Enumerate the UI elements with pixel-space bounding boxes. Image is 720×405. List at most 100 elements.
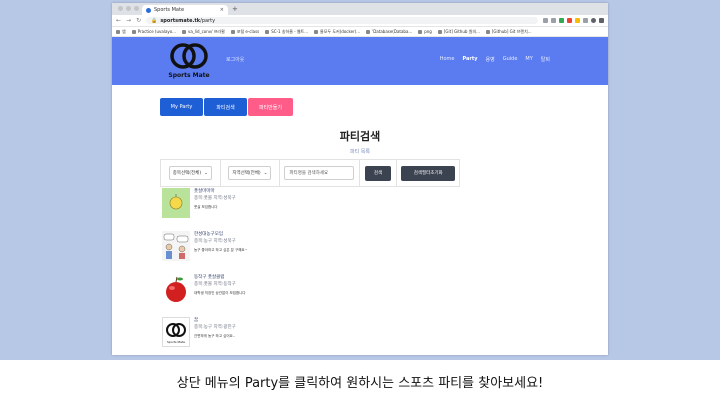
new-tab-button[interactable]: + [232,5,238,13]
party-description: 풋살 모임합니다 [194,205,218,209]
nav-item-guide[interactable]: Guide [503,56,518,63]
list-item[interactable]: 동작구 풋살클럽 종목:풋볼 지역:동작구 대학생 직장인 상관없이 모집합니다 [162,274,248,317]
party-description: 간편하게 농구 하고 싶어요.. [194,334,235,338]
party-name[interactable]: 한성대농구모임 [194,231,248,238]
bookmark-item[interactable]: 물모두 도커(docker)... [314,29,360,35]
party-description: 농구 좋아하고 하고 싶은 분 구해요~ [194,248,248,252]
party-info: 한성대농구모임 종목:농구 지역:성북구 농구 좋아하고 하고 싶은 분 구해요… [194,231,248,274]
nav-item-party[interactable]: Party [463,56,478,63]
my-party-button[interactable]: My Party [160,98,203,116]
nav-item-my[interactable]: MY [525,56,532,63]
party-info: 동작구 풋살클럽 종목:풋볼 지역:동작구 대학생 직장인 상관없이 모집합니다 [194,274,246,317]
puzzle-icon[interactable] [583,18,588,23]
share-icon[interactable] [543,18,548,23]
party-thumbnail: Sports Mate [162,317,190,347]
bookmark-label: 물모두 도커(docker)... [320,28,361,34]
nav-item-home[interactable]: Home [440,56,455,63]
reload-icon[interactable]: ↻ [136,17,141,24]
bookmarks-bar: 앱 Practice (uvalayo... va_lid_conv/ 프라윌 포털 … [112,27,608,37]
tab-bar: Sports Mate × + [112,3,608,15]
url-field[interactable]: 🔒 sportsmate.tk/party [146,17,538,24]
bookmark-label: png [424,29,432,34]
logout-link[interactable]: 로그아웃 [226,56,244,63]
url-domain: sportsmate.tk [160,17,201,24]
party-name[interactable]: 풋살마마마 [194,188,236,195]
party-name[interactable]: 동작구 풋살클럽 [194,274,246,281]
bookmark-item[interactable]: png [418,29,432,34]
bookmark-item[interactable]: va_lid_conv/ 프라윌 [181,29,225,35]
bookmark-item[interactable]: 앱 [116,29,126,35]
back-icon[interactable]: ← [116,17,121,24]
reset-button-cell: 검색필터초기화 [397,160,459,186]
window-controls[interactable] [118,6,139,11]
logo-text: Sports Mate [168,72,210,79]
chevron-down-icon: ⌄ [263,170,268,176]
bookmark-icon [181,29,186,34]
close-tab-icon[interactable]: × [220,7,224,13]
region-select-cell: 지역선택(전체) ⌄ [221,160,281,186]
profile-avatar-icon[interactable] [591,18,596,23]
extension-red-icon[interactable] [567,18,572,23]
bookmark-item[interactable]: Practice (uvalayo... [131,29,176,34]
browser-window: Sports Mate × + ← → ↻ 🔒 sportsmate.tk/pa… [112,3,608,355]
nav-item-탈퇴[interactable]: 탈퇴 [541,56,550,63]
party-name[interactable]: 꿈 [194,317,236,324]
maximize-window-icon[interactable] [134,6,139,11]
thumb-logo-text: Sports Mate [166,340,186,344]
browser-tab[interactable]: Sports Mate × [142,5,228,15]
kebab-menu-icon[interactable] [599,18,604,23]
bookmark-item[interactable]: [Git] Github 원의... [437,29,480,35]
reset-filter-button[interactable]: 검색필터초기화 [401,165,456,181]
party-meta: 종목:농구 지역:광진구 [194,325,236,330]
bookmark-label: [Github] Git 브랜치... [491,28,532,34]
bookmark-icon [485,29,490,34]
extensions-area [543,18,604,23]
sport-select[interactable]: 종목선택(전체) ⌄ [168,166,212,180]
url-path: /party [200,17,216,24]
search-button-cell: 검색 [360,160,398,186]
list-item[interactable]: 풋살마마마 종목:풋볼 지역:성북구 풋살 모임합니다 [162,188,248,231]
extension-green-icon[interactable] [559,18,564,23]
party-thumbnail [162,274,190,304]
party-thumbnail [162,188,190,218]
party-info: 풋살마마마 종목:풋볼 지역:성북구 풋살 모임합니다 [194,188,236,231]
party-description: 대학생 직장인 상관없이 모집합니다 [194,291,246,295]
extension-yellow-icon[interactable] [575,18,580,23]
site-header: Sports Mate 로그아웃 Home Party 용병 Guide MY 탈퇴 [112,37,608,85]
region-select[interactable]: 지역선택(전체) ⌄ [228,166,272,180]
keyword-search-input[interactable]: 파티명을 검색하세요 [284,166,355,180]
bookmark-item[interactable]: 'Database(Databa... [366,29,412,34]
bookmark-label: 앱 [122,28,126,34]
bookmark-item[interactable]: 포털 e-class [230,29,259,35]
bookmark-icon [314,29,319,34]
page-title: 파티검색 [339,130,381,143]
list-item[interactable]: 한성대농구모임 종목:농구 지역:성북구 농구 좋아하고 하고 싶은 분 구해요… [162,231,248,274]
bookmark-label: Practice (uvalayo... [137,29,176,34]
star-icon[interactable] [551,18,556,23]
party-meta: 종목:풋볼 지역:동작구 [194,282,236,287]
keyword-cell: 파티명을 검색하세요 [280,160,360,186]
bookmark-label: SC-1 송하율 - 웹트... [271,28,309,34]
nav-item-용병[interactable]: 용병 [486,56,495,63]
top-nav: Home Party 용병 Guide MY 탈퇴 [440,56,550,63]
bookmark-label: 'Database(Databa... [372,29,413,34]
minimize-window-icon[interactable] [126,6,131,11]
party-list: 풋살마마마 종목:풋볼 지역:성북구 풋살 모임합니다 한성대농구모임 종목:농… [162,188,248,355]
address-bar-row: ← → ↻ 🔒 sportsmate.tk/party [112,15,608,27]
bookmark-item[interactable]: [Github] Git 브랜치... [485,28,532,35]
party-create-button[interactable]: 파티만들기 [248,98,293,116]
page-subtitle: 파티 목록 [350,149,370,155]
bookmark-item[interactable]: SC-1 송하율 - 웹트... [265,29,308,35]
bookmark-icon [265,29,270,34]
bookmark-icon [116,29,120,34]
list-item[interactable]: Sports Mate 꿈 종목:농구 지역:광진구 간편하게 농구 하고 싶어… [162,317,248,355]
sport-select-cell: 종목선택(전체) ⌄ [161,160,221,186]
party-search-button[interactable]: 파티검색 [204,98,247,116]
close-window-icon[interactable] [118,6,123,11]
sport-select-value: 종목선택(전체) [172,171,202,176]
lock-icon: 🔒 [151,17,158,24]
tab-title: Sports Mate [154,7,185,13]
search-button[interactable]: 검색 [365,165,392,181]
forward-icon[interactable]: → [126,17,131,24]
party-meta: 종목:농구 지역:성북구 [194,239,236,244]
